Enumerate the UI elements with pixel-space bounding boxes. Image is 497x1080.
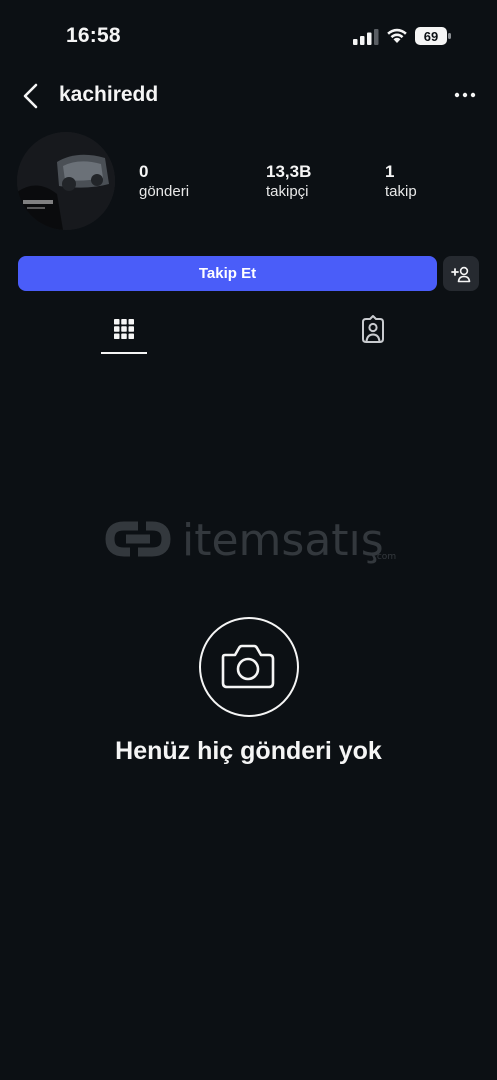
tagged-tab[interactable] [350, 310, 396, 354]
battery-icon: 69 [415, 27, 451, 45]
watermark-domain: .com [374, 552, 396, 562]
profile-username: kachiredd [59, 83, 159, 106]
suggested-accounts-button[interactable] [443, 256, 479, 291]
avatar[interactable] [17, 132, 115, 230]
watermark-brand: itemsatış [182, 515, 384, 566]
posts-count: 0 [139, 162, 149, 181]
camera-icon [221, 644, 275, 689]
watermark-logo-icon [105, 521, 171, 557]
back-button[interactable] [20, 82, 42, 110]
following-count[interactable]: 1 [385, 162, 394, 182]
battery-level: 69 [424, 29, 438, 44]
grid-tab[interactable] [101, 310, 147, 354]
follow-button[interactable]: Takip Et [18, 256, 437, 291]
followers-label[interactable]: takipçi [266, 183, 309, 200]
status-time: 16:58 [66, 24, 121, 47]
wifi-icon [387, 28, 407, 43]
signal-icon [353, 29, 379, 45]
more-options-button[interactable] [452, 82, 478, 108]
followers-count[interactable]: 13,3B [266, 162, 311, 182]
grid-icon [114, 319, 134, 339]
posts-label: gönderi [139, 183, 190, 200]
active-tab-indicator [101, 352, 147, 354]
following-label[interactable]: takip [385, 183, 417, 200]
empty-state-message: Henüz hiç gönderi yok [115, 737, 382, 765]
watermark: itemsatış .com [105, 515, 396, 566]
add-person-icon [451, 266, 471, 282]
tagged-person-icon [362, 315, 384, 343]
avatar-image [17, 132, 115, 230]
